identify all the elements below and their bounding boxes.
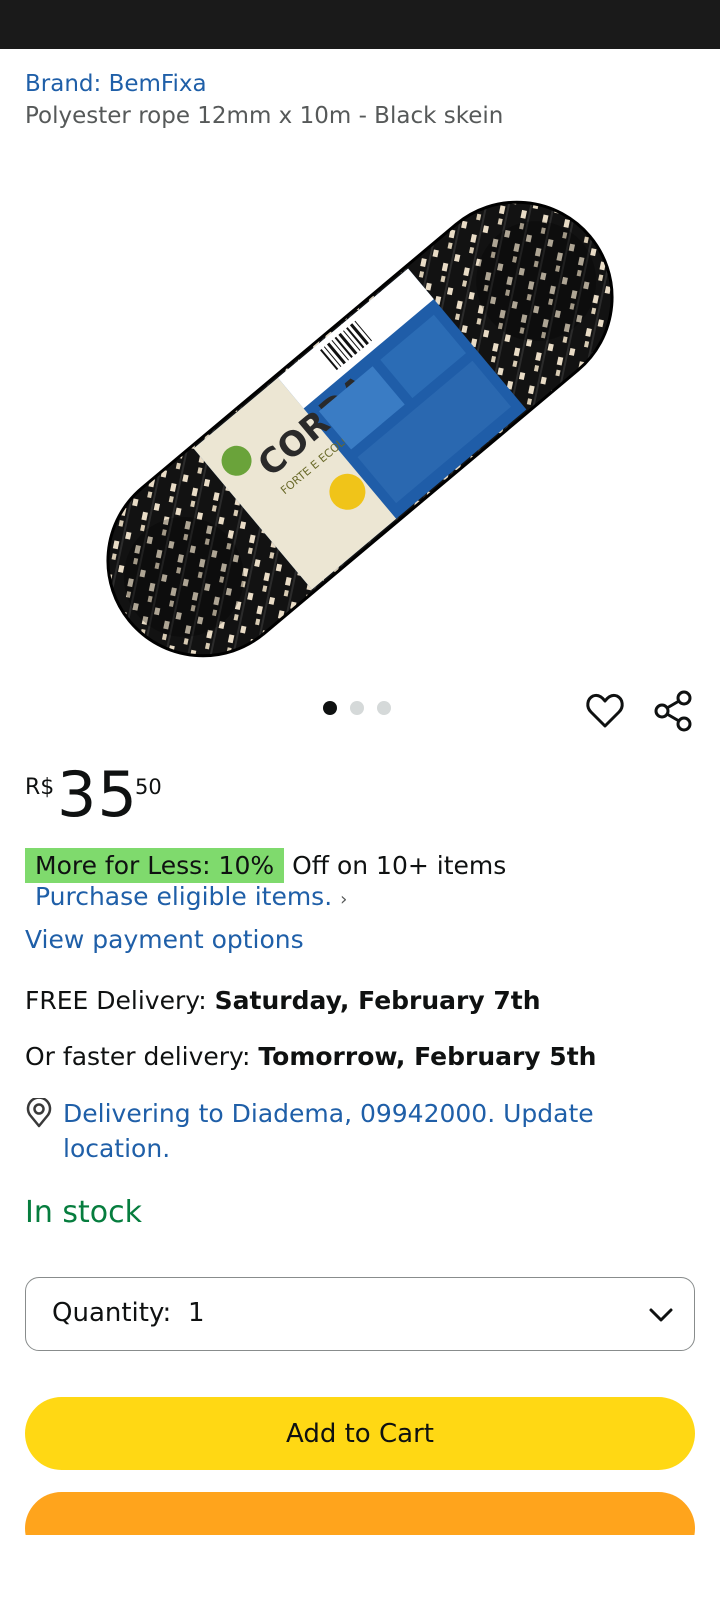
image-pager [323,700,391,716]
eligible-items-label: Purchase eligible items. [35,882,333,911]
brand-link[interactable]: Brand: BemFixa [25,71,207,97]
promo-row: More for Less: 10% Off on 10+ items [25,847,506,883]
add-to-cart-button[interactable]: Add to Cart [25,1397,695,1470]
faster-delivery: Or faster delivery: Tomorrow, February 5… [25,1042,596,1071]
price-whole: 35 [57,758,138,831]
quantity-label: Quantity: [52,1298,172,1328]
location-pin-icon [26,1098,52,1128]
eligible-items-link[interactable]: Purchase eligible items. › [35,882,347,911]
free-delivery-label: FREE Delivery: [25,986,215,1015]
promo-text: Off on 10+ items [292,850,507,880]
free-delivery-date: Saturday, February 7th [214,986,541,1015]
status-bar [0,0,720,49]
faster-delivery-date: Tomorrow, February 5th [258,1042,597,1071]
price-fraction: 50 [135,775,162,799]
share-button[interactable] [652,689,696,733]
product-image[interactable]: CORDA FORTE E ECOLÓGICA [60,139,660,699]
free-delivery: FREE Delivery: Saturday, February 7th [25,986,541,1015]
bottom-overlay [0,1535,720,1600]
faster-delivery-label: Or faster delivery: [25,1042,259,1071]
quantity-value: 1 [188,1298,205,1328]
delivery-location-link[interactable]: Delivering to Diadema, 09942000. Update … [63,1096,663,1166]
product-title: Polyester rope 12mm x 10m - Black skein [25,103,504,129]
quantity-select[interactable]: Quantity: 1 [25,1277,695,1351]
stock-status: In stock [25,1195,143,1230]
chevron-right-icon: › [340,889,348,910]
promo-badge: More for Less: 10% [25,847,285,883]
price-currency: R$ [25,775,55,800]
heart-icon [586,693,624,728]
wishlist-button[interactable] [583,689,627,733]
pager-dot[interactable] [350,701,364,715]
pager-dot[interactable] [323,701,337,715]
pager-dot[interactable] [377,701,391,715]
product-page: Brand: BemFixa Polyester rope 12mm x 10m… [0,49,720,1600]
payment-options-link[interactable]: View payment options [25,925,304,954]
chevron-down-icon [649,1308,673,1322]
share-icon [654,690,692,732]
